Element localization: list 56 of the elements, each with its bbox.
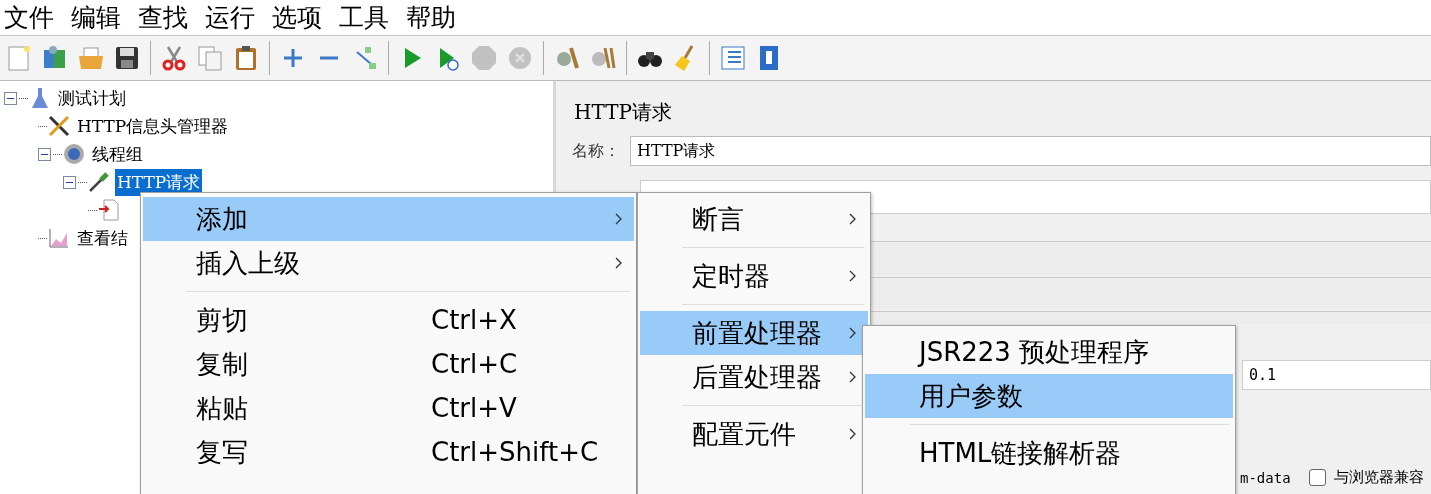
pipette-icon: [87, 170, 111, 194]
name-field[interactable]: HTTP请求: [630, 136, 1431, 166]
panel-title: HTTP请求: [573, 99, 673, 126]
menu-item[interactable]: 粘贴 Ctrl+V: [143, 386, 634, 430]
gear-icon: [62, 142, 86, 166]
menu-item[interactable]: 前置处理器: [640, 311, 868, 355]
menu-item[interactable]: 添加: [143, 197, 634, 241]
chevron-right-icon: [848, 212, 858, 226]
chevron-right-icon: [848, 370, 858, 384]
menu-item[interactable]: 定时器: [640, 254, 868, 298]
menu-title[interactable]: 查找: [138, 1, 188, 34]
encoding-label: m-data: [1240, 469, 1291, 486]
menu-item[interactable]: 剪切 Ctrl+X: [143, 298, 634, 342]
server-field[interactable]: 0.1: [1242, 360, 1431, 390]
tree-item[interactable]: 测试计划: [56, 84, 128, 112]
chart-icon: [47, 226, 71, 250]
scissors-icon: [160, 44, 188, 72]
checkbox-label: 与浏览器兼容: [1333, 468, 1424, 487]
chevron-right-icon: [614, 256, 624, 270]
save-icon: [113, 44, 141, 72]
menu-title[interactable]: 编辑: [71, 1, 121, 34]
chevron-right-icon: [848, 427, 858, 441]
chevron-right-icon: [614, 212, 624, 226]
tree-item[interactable]: 查看结: [75, 224, 130, 252]
tree-item[interactable]: 线程组: [90, 140, 145, 168]
collapse-toggle[interactable]: [63, 175, 76, 189]
close-icon: [506, 44, 534, 72]
menu-item[interactable]: 用户参数: [865, 374, 1233, 418]
tools-icon: [47, 114, 71, 138]
menu-title[interactable]: 运行: [205, 1, 255, 34]
menu-title[interactable]: 帮助: [406, 1, 456, 34]
menu-item[interactable]: 复制 Ctrl+C: [143, 342, 634, 386]
checkbox[interactable]: [1308, 469, 1326, 486]
folder-icon: [77, 44, 105, 72]
menu-item[interactable]: 断言: [640, 197, 868, 241]
chevron-right-icon: [848, 269, 858, 283]
new-document-icon: [5, 44, 33, 72]
copy-icon: [196, 44, 224, 72]
minus-icon: [319, 56, 339, 60]
menu-item[interactable]: 插入上级: [143, 241, 634, 285]
menu-title[interactable]: 选项: [272, 1, 322, 34]
stop-icon: [470, 44, 498, 72]
menu-item[interactable]: 后置处理器: [640, 355, 868, 399]
chevron-right-icon: [848, 326, 858, 340]
collapse-toggle[interactable]: [4, 91, 17, 105]
list-icon: [719, 44, 747, 72]
field-label: 名称：: [572, 140, 620, 162]
menu-item[interactable]: 配置元件: [640, 412, 868, 456]
menu-item[interactable]: 复写 Ctrl+Shift+C: [143, 430, 634, 474]
menu-item[interactable]: JSR223 预处理程序: [865, 330, 1233, 374]
collapse-toggle[interactable]: [38, 147, 51, 161]
tree-item[interactable]: HTTP信息头管理器: [75, 112, 231, 140]
menu-item[interactable]: HTML链接解析器: [865, 431, 1233, 475]
document-arrow-icon: [97, 198, 121, 222]
menu-title[interactable]: 文件: [4, 1, 54, 34]
menu-title[interactable]: 工具: [339, 1, 389, 34]
